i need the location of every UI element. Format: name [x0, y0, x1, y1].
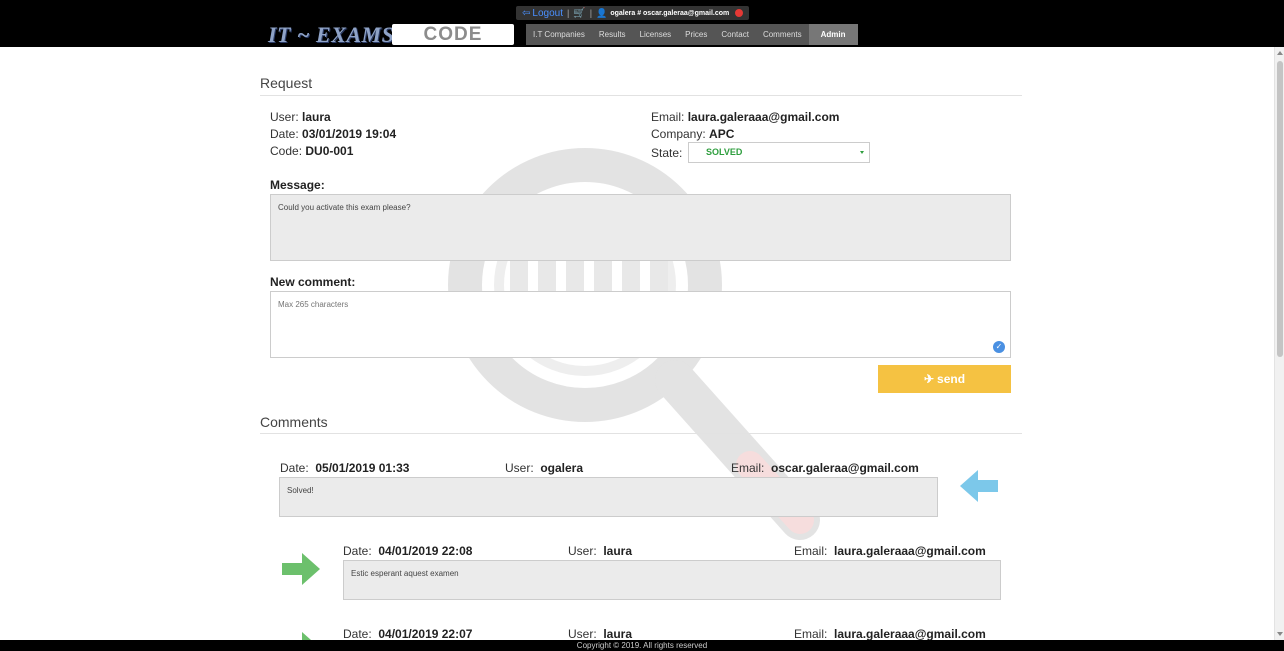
state-label: State: — [651, 146, 683, 160]
state-select[interactable]: SOLVED — [688, 142, 870, 163]
close-session-icon[interactable] — [735, 9, 744, 17]
send-label: send — [937, 372, 966, 386]
user-bar: ⇦ Logout | 🛒 | 👤 ogalera # oscar.galeraa… — [516, 6, 750, 20]
nav-prices[interactable]: Prices — [678, 24, 714, 45]
comment-user: User: laura — [568, 627, 633, 641]
divider — [260, 95, 1022, 96]
paper-plane-icon: ✈ — [923, 372, 935, 386]
nav-contact[interactable]: Contact — [714, 24, 756, 45]
comment-date: Date: 04/01/2019 22:08 — [343, 544, 473, 558]
top-navigation-bar: ⇦ Logout | 🛒 | 👤 ogalera # oscar.galeraa… — [0, 0, 1284, 47]
arrow-right-icon — [282, 553, 320, 585]
comment-email: Email: laura.galeraaa@gmail.com — [794, 544, 986, 558]
comment-date: Date: 05/01/2019 01:33 — [280, 461, 410, 475]
comment-email: Email: laura.galeraaa@gmail.com — [794, 627, 986, 641]
divider — [260, 433, 1022, 434]
logout-link[interactable]: Logout — [532, 8, 563, 19]
scroll-up-icon[interactable] — [1277, 51, 1283, 55]
comments-title: Comments — [260, 414, 328, 430]
message-box: Could you activate this exam please? — [270, 194, 1011, 261]
cart-icon[interactable]: 🛒 — [573, 8, 585, 19]
new-comment-input[interactable] — [270, 291, 1011, 358]
check-icon: ✓ — [993, 341, 1005, 353]
code-search-box[interactable]: CODE — [392, 24, 514, 45]
nav-admin[interactable]: Admin — [808, 24, 858, 45]
comment-text: Solved! — [279, 477, 938, 517]
nav-comments[interactable]: Comments — [756, 24, 809, 45]
request-info-left: User: laura Date: 03/01/2019 19:04 Code:… — [270, 109, 396, 160]
request-info-right: Email: laura.galeraaa@gmail.com Company:… — [651, 109, 839, 143]
user-icon: 👤 — [596, 7, 608, 18]
chevron-down-icon — [860, 151, 864, 154]
scrollbar-thumb[interactable] — [1277, 61, 1283, 357]
request-date: Date: 03/01/2019 19:04 — [270, 127, 397, 141]
request-email: Email: laura.galeraaa@gmail.com — [651, 110, 840, 124]
nav-it-companies[interactable]: I.T Companies — [526, 24, 592, 45]
request-company: Company: APC — [651, 127, 735, 141]
comment-email: Email: oscar.galeraa@gmail.com — [731, 461, 919, 475]
comment-text: Estic esperant aquest examen — [343, 560, 1001, 600]
separator: | — [589, 8, 593, 18]
main-nav: I.T Companies Results Licenses Prices Co… — [526, 24, 858, 45]
nav-results[interactable]: Results — [592, 24, 633, 45]
current-user-label: ogalera # oscar.galeraa@gmail.com — [610, 9, 730, 17]
logo[interactable]: IT ~ EXAMS — [268, 22, 394, 48]
request-title: Request — [260, 75, 313, 91]
message-label: Message: — [270, 178, 325, 192]
nav-licenses[interactable]: Licenses — [633, 24, 679, 45]
request-user: User: laura — [270, 110, 331, 124]
footer: Copyright © 2019. All rights reserved — [0, 640, 1284, 651]
scroll-down-icon[interactable] — [1277, 632, 1283, 636]
comment-user: User: laura — [568, 544, 633, 558]
vertical-scrollbar[interactable] — [1274, 47, 1284, 640]
state-value: SOLVED — [706, 147, 743, 157]
request-code: Code: DU0-001 — [270, 144, 354, 158]
separator: | — [566, 8, 570, 18]
comment-date: Date: 04/01/2019 22:07 — [343, 627, 473, 641]
arrow-left-icon — [960, 470, 998, 502]
send-button[interactable]: ✈ send — [878, 365, 1011, 393]
comment-user: User: ogalera — [505, 461, 584, 475]
logout-icon[interactable]: ⇦ — [522, 8, 530, 19]
new-comment-label: New comment: — [270, 275, 356, 289]
